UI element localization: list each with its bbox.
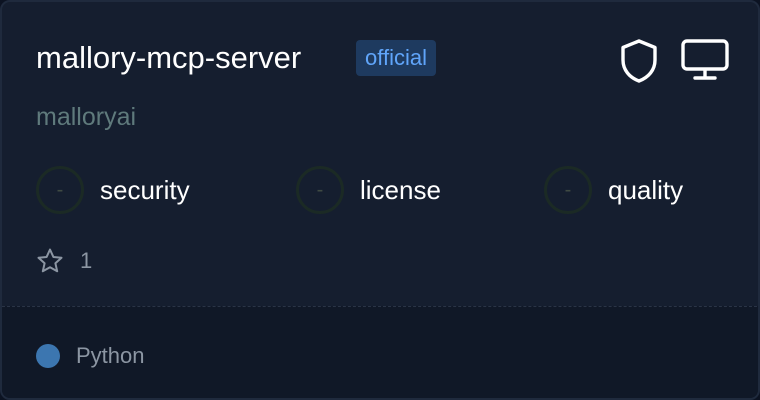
official-badge: official — [356, 40, 436, 76]
metric-label: security — [100, 174, 190, 205]
metric-quality: - quality — [544, 166, 683, 214]
star-count: 1 — [80, 248, 93, 273]
language-name: Python — [76, 343, 145, 368]
metric-license: - license — [296, 166, 441, 214]
security-score-circle: - — [36, 166, 84, 214]
metric-security: - security — [36, 166, 190, 214]
server-name[interactable]: mallory-mcp-server — [36, 38, 301, 78]
card-footer: Python — [2, 306, 758, 398]
metric-label: license — [360, 174, 441, 205]
metric-label: quality — [608, 174, 684, 205]
quality-score-circle: - — [544, 166, 592, 214]
star-button[interactable]: 1 — [36, 246, 92, 276]
star-icon — [37, 248, 63, 273]
server-card[interactable]: mallory-mcp-server official malloryai - … — [0, 0, 760, 400]
shield-icon[interactable] — [618, 38, 660, 84]
language-tag: Python — [36, 343, 145, 369]
monitor-icon[interactable] — [680, 38, 730, 82]
language-color-dot — [36, 344, 60, 368]
license-score-circle: - — [296, 166, 344, 214]
owner-name[interactable]: malloryai — [36, 100, 136, 134]
